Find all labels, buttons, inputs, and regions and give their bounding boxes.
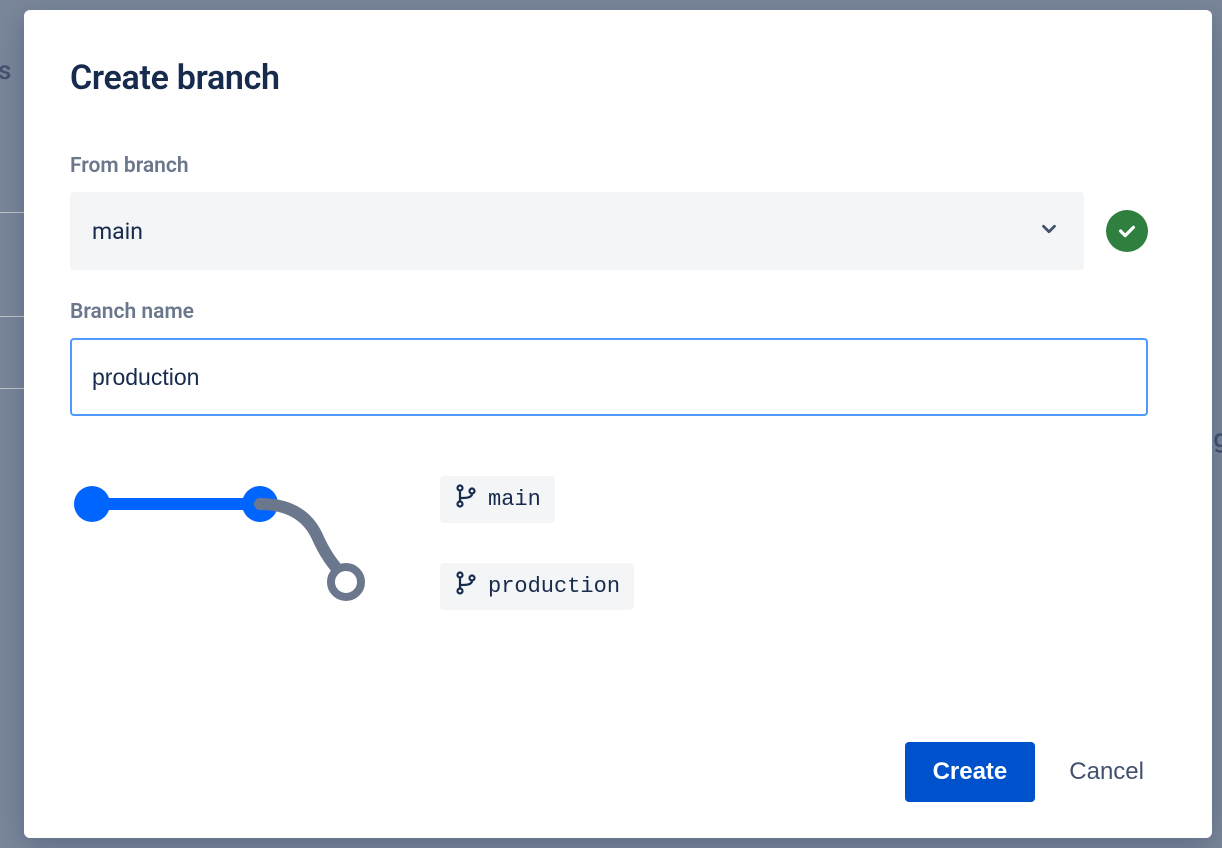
background-text: g (1213, 424, 1222, 454)
create-button[interactable]: Create (905, 742, 1036, 802)
branch-diagram: main production (70, 476, 1148, 616)
from-branch-label: From branch (70, 154, 1148, 178)
background-divider (0, 388, 24, 389)
branch-name-label: Branch name (70, 300, 1148, 324)
chevron-down-icon (1038, 218, 1060, 244)
from-branch-select[interactable]: main (70, 192, 1084, 270)
source-branch-tag: main (440, 476, 555, 523)
modal-title: Create branch (70, 58, 1148, 98)
background-divider (0, 212, 24, 213)
source-branch-name: main (488, 487, 541, 512)
branch-icon (454, 484, 478, 515)
branch-icon (454, 571, 478, 602)
validation-success-icon (1106, 210, 1148, 252)
from-branch-field: From branch main (70, 154, 1148, 270)
target-branch-tag: production (440, 563, 634, 610)
background-divider (0, 316, 24, 317)
branch-labels: main production (440, 476, 634, 610)
branch-graph-icon (70, 476, 370, 616)
modal-footer: Create Cancel (70, 742, 1148, 802)
cancel-button[interactable]: Cancel (1065, 744, 1148, 800)
background-text: s (0, 56, 11, 86)
target-branch-name: production (488, 574, 620, 599)
branch-name-field: Branch name (70, 300, 1148, 416)
branch-name-input[interactable] (70, 338, 1148, 416)
create-branch-modal: Create branch From branch main Branch na… (24, 10, 1212, 838)
from-branch-value: main (92, 218, 143, 245)
